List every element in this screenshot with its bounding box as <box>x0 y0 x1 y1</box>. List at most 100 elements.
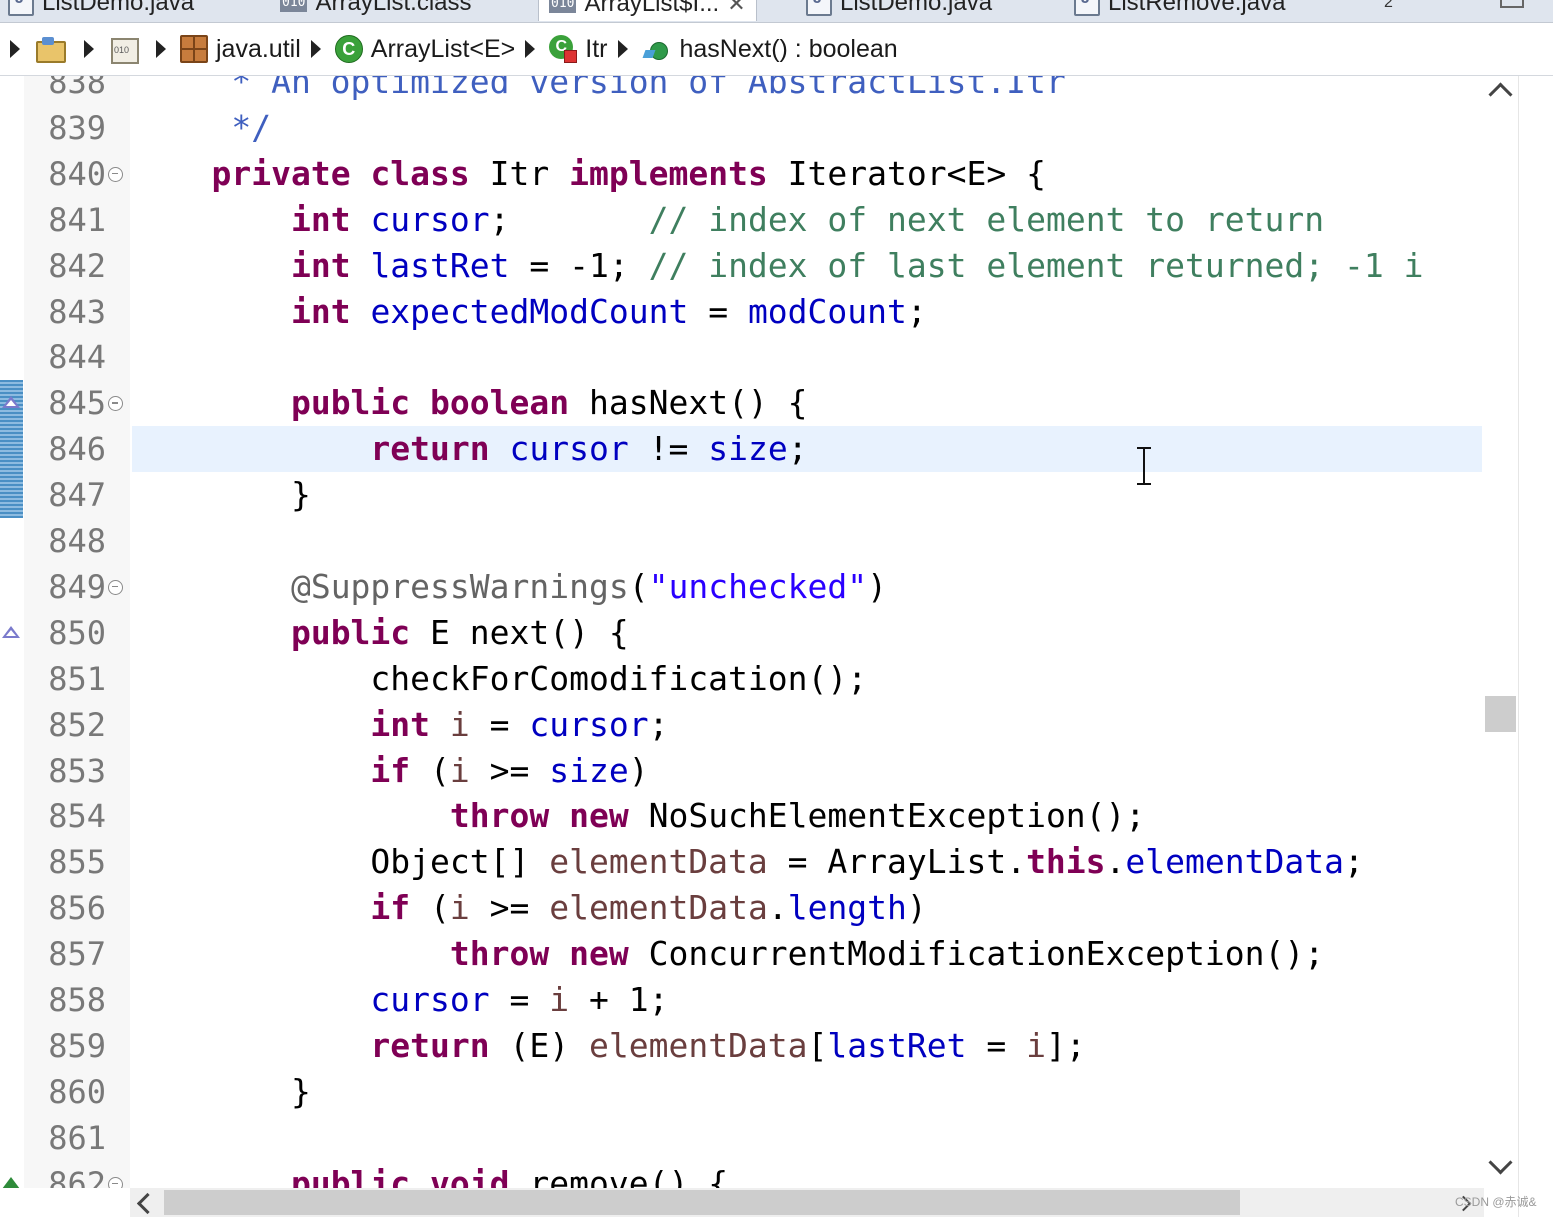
code-text[interactable]: cursor = i + 1; <box>132 977 1482 1023</box>
code-text[interactable]: public void remove() { <box>132 1161 1482 1188</box>
code-text[interactable]: } <box>132 1069 1482 1115</box>
tab-arraylist-itr[interactable]: 010 ArrayList$I... ✕ <box>538 0 757 21</box>
fold-collapse-icon[interactable] <box>108 1176 123 1188</box>
horizontal-scrollbar[interactable] <box>130 1188 1484 1217</box>
code-line[interactable]: 859 return (E) elementData[lastRet = i]; <box>0 1023 1484 1069</box>
code-line[interactable]: 845 public boolean hasNext() { <box>0 380 1484 426</box>
override-marker-icon[interactable] <box>2 625 20 638</box>
code-line[interactable]: 855 Object[] elementData = ArrayList.thi… <box>0 839 1484 885</box>
code-line[interactable]: 858 cursor = i + 1; <box>0 977 1484 1023</box>
code-token: public <box>290 612 411 652</box>
class-file-icon: 010 <box>280 0 308 12</box>
minimize-icon[interactable] <box>1500 0 1524 8</box>
project-icon[interactable] <box>34 35 66 63</box>
code-text[interactable]: * An optimized version of AbstractList.I… <box>132 76 1482 105</box>
close-icon[interactable]: ✕ <box>727 0 745 17</box>
code-text[interactable]: public boolean hasNext() { <box>132 380 1482 426</box>
line-number: 862 <box>48 1164 106 1188</box>
code-text[interactable]: if (i >= elementData.length) <box>132 885 1482 931</box>
breadcrumb-package[interactable]: java.util <box>216 35 301 64</box>
code-text[interactable]: int expectedModCount = modCount; <box>132 289 1482 335</box>
code-text[interactable]: checkForComodification(); <box>132 656 1482 702</box>
code-line[interactable]: 861 <box>0 1115 1484 1161</box>
code-line[interactable]: 840 private class Itr implements Iterato… <box>0 151 1484 197</box>
code-line[interactable]: 838 * An optimized version of AbstractLi… <box>0 76 1484 105</box>
vertical-scroll-thumb[interactable] <box>1485 696 1516 732</box>
chevron-right-icon[interactable] <box>84 40 94 58</box>
code-text[interactable]: throw new NoSuchElementException(); <box>132 793 1482 839</box>
code-line[interactable]: 841 int cursor; // index of next element… <box>0 197 1484 243</box>
code-line[interactable]: 851 checkForComodification(); <box>0 656 1484 702</box>
tab-listdemo-java[interactable]: ListDemo.java <box>8 0 194 20</box>
chevron-right-icon[interactable] <box>617 40 628 58</box>
chevron-up-icon[interactable] <box>1488 82 1513 107</box>
code-token: if <box>370 750 411 790</box>
fold-collapse-icon[interactable] <box>108 166 123 182</box>
code-line[interactable]: 844 <box>0 334 1484 380</box>
code-line[interactable]: 842 int lastRet = -1; // index of last e… <box>0 243 1484 289</box>
code-token: * An optimized version of AbstractList.I… <box>132 76 1066 101</box>
code-editor[interactable]: 838 * An optimized version of AbstractLi… <box>0 76 1484 1188</box>
code-text[interactable] <box>132 518 1482 564</box>
code-text[interactable]: } <box>132 472 1482 518</box>
code-line[interactable]: 862 public void remove() { <box>0 1161 1484 1188</box>
line-number: 856 <box>48 889 106 928</box>
code-token: cursor <box>509 429 629 469</box>
code-line[interactable]: 854 throw new NoSuchElementException(); <box>0 793 1484 839</box>
code-line[interactable]: 852 int i = cursor; <box>0 702 1484 748</box>
code-token: i <box>1026 1025 1046 1065</box>
code-text[interactable] <box>132 334 1482 380</box>
code-token: @SuppressWarnings <box>290 566 629 606</box>
code-text[interactable]: throw new ConcurrentModificationExceptio… <box>132 931 1482 977</box>
code-text[interactable]: if (i >= size) <box>132 748 1482 794</box>
code-line[interactable]: 860 } <box>0 1069 1484 1115</box>
code-text[interactable]: @SuppressWarnings("unchecked") <box>132 564 1482 610</box>
current-code-line[interactable]: 846 return cursor != size; <box>0 426 1484 473</box>
override-marker-icon[interactable] <box>2 396 20 409</box>
horizontal-scroll-thumb[interactable] <box>164 1190 1240 1215</box>
code-line[interactable]: 848 <box>0 518 1484 564</box>
code-line[interactable]: 849 @SuppressWarnings("unchecked") <box>0 564 1484 610</box>
implements-marker-icon[interactable] <box>2 1176 20 1188</box>
code-text[interactable]: int lastRet = -1; // index of last eleme… <box>132 243 1482 289</box>
code-text[interactable]: return (E) elementData[lastRet = i]; <box>132 1023 1482 1069</box>
tab-listdemo-java-2[interactable]: ListDemo.java <box>806 0 992 20</box>
chevron-right-icon[interactable] <box>156 40 166 58</box>
code-text[interactable]: */ <box>132 105 1482 151</box>
code-token: = <box>469 704 530 744</box>
code-line[interactable]: 850 public E next() { <box>0 610 1484 656</box>
tab-arraylist-class[interactable]: 010 ArrayList.class <box>280 0 472 20</box>
code-text[interactable]: int cursor; // index of next element to … <box>132 197 1482 243</box>
vertical-scrollbar[interactable] <box>1484 76 1518 1188</box>
chevron-down-icon[interactable] <box>1488 1150 1513 1175</box>
breadcrumb-method[interactable]: hasNext() : boolean <box>680 35 898 64</box>
code-text[interactable] <box>132 1115 1482 1161</box>
code-text[interactable]: public E next() { <box>132 610 1482 656</box>
chevron-left-icon[interactable] <box>136 1192 159 1215</box>
fold-collapse-icon[interactable] <box>108 396 123 412</box>
code-line[interactable]: 857 throw new ConcurrentModificationExce… <box>0 931 1484 977</box>
chevron-right-icon[interactable] <box>10 40 20 58</box>
code-token: class <box>370 153 470 193</box>
breadcrumb-class[interactable]: ArrayList<E> <box>371 35 516 64</box>
code-text[interactable]: private class Itr implements Iterator<E>… <box>132 151 1482 197</box>
tab-overflow-count[interactable]: 2 <box>1384 0 1393 12</box>
chevron-right-icon[interactable] <box>525 40 536 58</box>
tab-listremove-java[interactable]: ListRemove.java <box>1074 0 1285 20</box>
fold-collapse-icon[interactable] <box>108 579 123 595</box>
code-line[interactable]: 853 if (i >= size) <box>0 748 1484 794</box>
code-text[interactable]: return cursor != size; <box>132 426 1482 473</box>
code-token: throw <box>449 934 550 974</box>
jar-library-icon[interactable] <box>108 35 139 64</box>
chevron-right-icon[interactable] <box>310 40 321 58</box>
breadcrumb-inner-class[interactable]: Itr <box>585 35 607 64</box>
code-text[interactable]: int i = cursor; <box>132 702 1482 748</box>
line-number: 851 <box>48 659 106 698</box>
code-line[interactable]: 839 */ <box>0 105 1484 151</box>
code-line[interactable]: 856 if (i >= elementData.length) <box>0 885 1484 931</box>
code-line[interactable]: 843 int expectedModCount = modCount; <box>0 289 1484 335</box>
code-text[interactable]: Object[] elementData = ArrayList.this.el… <box>132 839 1482 885</box>
code-line[interactable]: 847 } <box>0 472 1484 518</box>
